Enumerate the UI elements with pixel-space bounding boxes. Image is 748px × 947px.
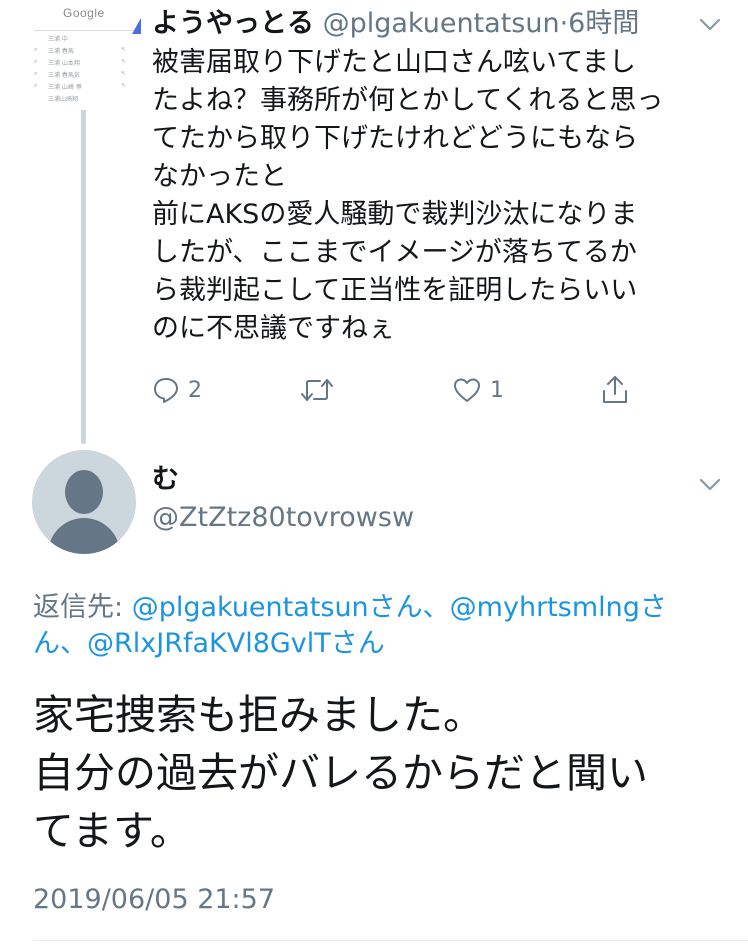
tweet1-author-handle[interactable]: @plgakuentatsun xyxy=(323,8,560,39)
default-avatar-head xyxy=(65,470,103,514)
tweet1-action-bar: 2 1 xyxy=(150,370,650,410)
thumbnail-corner-shape xyxy=(132,18,141,34)
reply-to-line: 返信先: @plgakuentatsunさん、@myhrtsmlngさ ん、@R… xyxy=(33,590,723,662)
thumbnail-query-row: ⌕ 三浦 春馬気 ↖ xyxy=(34,70,126,79)
tweet1-separator: · xyxy=(559,8,569,39)
tweet1-text-line: たよね？事務所が何とかしてくれると思っ xyxy=(152,85,664,116)
reply-mention-suffix: ん、 xyxy=(33,628,87,659)
like-count: 1 xyxy=(490,377,504,403)
tweet2-text: 家宅捜索も拒みました。 自分の過去がバレるからだと聞い てます。 xyxy=(33,686,733,860)
reply-mention-suffix: さん xyxy=(330,628,385,659)
tweet2-chevron-down-icon[interactable] xyxy=(698,472,722,496)
tweet1-text-line: 被害届取り下げたと山口さん呟いてまし xyxy=(152,47,636,78)
thumbnail-query-row: 三浦山崎翔 xyxy=(48,96,79,103)
reply-prefix: 返信先: xyxy=(33,592,132,623)
tweet2-author-name[interactable]: む xyxy=(152,462,179,498)
tweet2-text-line: 家宅捜索も拒みました。 xyxy=(33,691,484,739)
default-avatar-body xyxy=(48,518,120,554)
thumbnail-query-row: 三浦 中 xyxy=(48,36,68,43)
reply-mention-link[interactable]: @myhrtsmlng xyxy=(450,592,640,623)
reply-button[interactable]: 2 xyxy=(152,370,202,410)
reply-mention-link[interactable]: @plgakuentatsun xyxy=(132,592,369,623)
retweet-icon xyxy=(300,376,334,404)
thumbnail-query-row: ⌕ 三浦 山崎 専 ↖ xyxy=(34,82,126,91)
share-icon xyxy=(600,374,630,406)
tweet2-timestamp[interactable]: 2019/06/05 21:57 xyxy=(33,882,275,918)
reply-mention-link[interactable]: @RlxJRfaKVl8GvlT xyxy=(87,628,331,659)
tweet1-text-line: ら裁判起こして正当性を証明したらいい xyxy=(152,275,638,306)
thread-connector-line xyxy=(81,98,86,444)
tweet1-text: 被害届取り下げたと山口さん呟いてまし たよね？事務所が何とかしてくれると思っ て… xyxy=(152,44,712,348)
google-logo: Google xyxy=(63,6,105,20)
tweet2-text-line: てます。 xyxy=(33,807,191,855)
retweet-button[interactable] xyxy=(300,370,334,410)
tweet2-avatar[interactable] xyxy=(32,450,136,554)
reply-mention-suffix: さん、 xyxy=(368,592,450,623)
tweet1-text-line: なかったと xyxy=(152,161,287,192)
like-button[interactable]: 1 xyxy=(452,370,504,410)
divider xyxy=(33,940,748,941)
reply-icon xyxy=(152,376,180,404)
reply-count: 2 xyxy=(188,377,202,403)
tweet2-author-handle[interactable]: @ZtZtz80tovrowsw xyxy=(152,500,414,536)
heart-icon xyxy=(452,376,482,404)
tweet1-text-line: 前にAKSの愛人騒動で裁判沙汰になりま xyxy=(152,199,638,230)
tweet1-chevron-down-icon[interactable] xyxy=(698,12,722,36)
tweet2-text-line: 自分の過去がバレるからだと聞い xyxy=(33,749,648,797)
tweet1-avatar[interactable]: Google 三浦 中 ⌕ 三浦 春馬 ↖ ⌕ 三浦 山本翔 ↖ ⌕ 三浦 春馬気 ↖ ⌕ 三… xyxy=(30,4,142,110)
reply-mention-suffix: さ xyxy=(639,592,667,623)
tweet1-author-name[interactable]: ようやっとる xyxy=(152,8,314,39)
tweet1-time[interactable]: 6時間 xyxy=(568,8,639,39)
tweet1-header: ようやっとる @plgakuentatsun·6時間 xyxy=(152,6,639,42)
share-button[interactable] xyxy=(600,370,630,410)
tweet1-text-line: したが、ここまでイメージが落ちてるか xyxy=(152,237,637,268)
thumbnail-query-row: ⌕ 三浦 山本翔 ↖ xyxy=(34,58,126,67)
thumbnail-search-bar xyxy=(34,30,134,31)
tweet1-text-line: てたから取り下げたけれどどうにもなら xyxy=(152,123,638,154)
thumbnail-query-row: ⌕ 三浦 春馬 ↖ xyxy=(34,46,126,55)
tweet1-text-line: のに不思議ですねぇ xyxy=(152,313,395,344)
